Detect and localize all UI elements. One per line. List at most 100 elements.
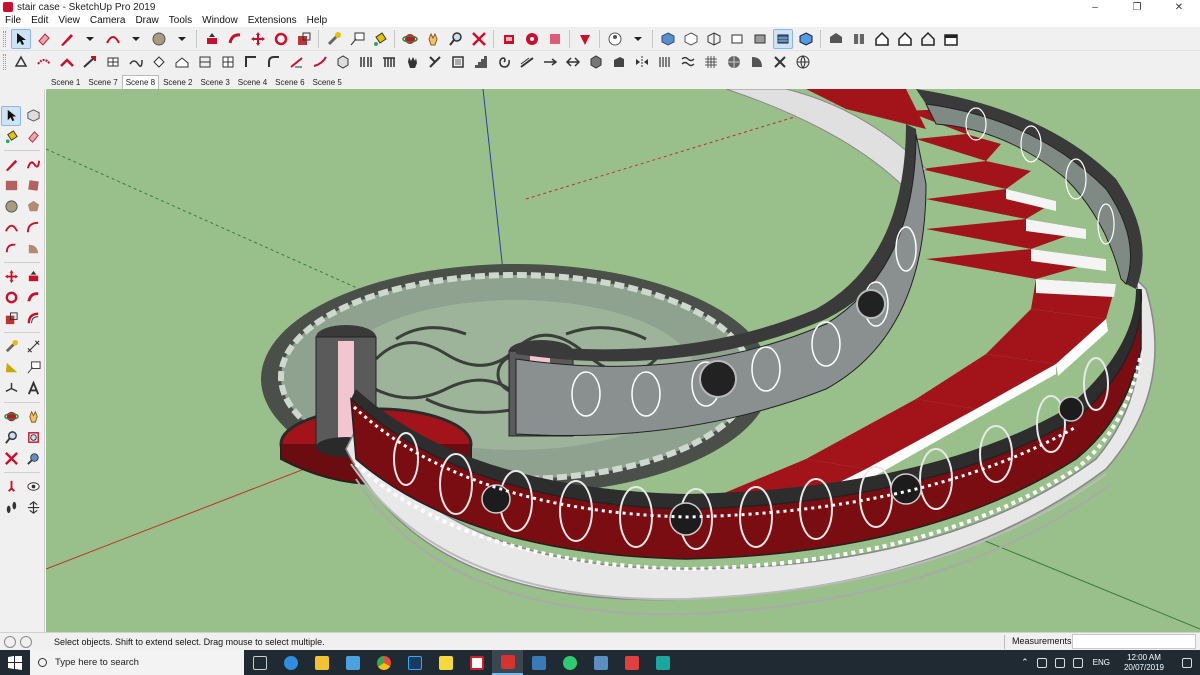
scene-tab[interactable]: Scene 6 [271,75,308,89]
tool-curve-button[interactable] [310,52,330,72]
scale-tool-button[interactable] [1,309,21,329]
paint-bucket-button[interactable] [1,127,21,147]
tool-wave-button[interactable] [678,52,698,72]
position-camera-button[interactable] [1,477,21,497]
tape-measure-button[interactable] [324,29,344,49]
select-tool-button[interactable] [10,28,31,49]
scene-tab[interactable]: Scene 7 [84,75,121,89]
pan-button[interactable] [23,407,43,427]
three-point-arc-button[interactable] [1,239,21,259]
close-button[interactable]: ✕ [1158,0,1200,14]
section-plane-button[interactable] [23,498,43,518]
tool-split-button[interactable] [563,52,583,72]
make-component-button[interactable] [23,106,43,126]
tool-corner-button[interactable] [241,52,261,72]
previous-view-button[interactable] [23,449,43,469]
scene-tab[interactable]: Scene 3 [196,75,233,89]
clock[interactable]: 12:00 AM 20/07/2019 [1124,653,1164,673]
move-tool-button[interactable] [1,267,21,287]
orbit-button[interactable] [1,407,21,427]
volume-icon[interactable] [1054,657,1065,668]
menu-camera[interactable]: Camera [85,15,131,26]
tool-window-button[interactable] [218,52,238,72]
drape-button[interactable] [103,52,123,72]
zoom-button[interactable] [446,29,466,49]
taskbar-app-3dsmax[interactable] [647,650,678,675]
arc-tool-button[interactable] [103,29,123,49]
taskbar-app-acrobat[interactable] [461,650,492,675]
add-detail-button[interactable] [126,52,146,72]
menu-view[interactable]: View [53,15,85,26]
front-view-button[interactable] [872,29,892,49]
line-dropdown[interactable] [80,29,100,49]
tool-shape-button[interactable] [747,52,767,72]
top-view-button[interactable] [849,29,869,49]
shaded-textures-button[interactable] [772,28,793,49]
taskbar-app-sketchup[interactable] [492,650,523,675]
menu-help[interactable]: Help [302,15,333,26]
scene-tab[interactable]: Scene 1 [47,75,84,89]
taskbar-app-sticky-notes[interactable] [430,650,461,675]
polygon-tool-button[interactable] [23,197,43,217]
iso-view-button[interactable] [826,29,846,49]
tool-shell-button[interactable] [448,52,468,72]
move-tool-button[interactable] [248,29,268,49]
tool-hand-button[interactable] [402,52,422,72]
menu-edit[interactable]: Edit [26,15,53,26]
toolbar-grip[interactable] [3,54,6,70]
3d-text-button[interactable] [23,379,43,399]
network-icon[interactable] [1036,657,1047,668]
xray-style-button[interactable] [658,29,678,49]
user-account-button[interactable] [605,29,625,49]
scene-tab[interactable]: Scene 4 [234,75,271,89]
shape-tool-button[interactable] [149,29,169,49]
extension-warehouse-button[interactable] [522,29,542,49]
sandbox-from-scratch-button[interactable] [34,52,54,72]
left-view-button[interactable] [941,29,961,49]
eraser-tool-button[interactable] [23,127,43,147]
menu-window[interactable]: Window [197,15,243,26]
back-view-button[interactable] [918,29,938,49]
share-model-button[interactable] [545,29,565,49]
push-pull-button[interactable] [202,29,222,49]
follow-me-button[interactable] [23,288,43,308]
scene-tab-selected[interactable]: Scene 8 [121,75,160,89]
tape-measure-button[interactable] [1,337,21,357]
tool-grid-button[interactable] [701,52,721,72]
stamp-button[interactable] [80,52,100,72]
menu-tools[interactable]: Tools [164,15,197,26]
taskbar-app-chrome[interactable] [368,650,399,675]
circle-tool-button[interactable] [1,197,21,217]
axes-tool-button[interactable] [1,379,21,399]
tool-columns-button[interactable] [356,52,376,72]
taskbar-app-edge[interactable] [275,650,306,675]
sandbox-from-contours-button[interactable] [11,52,31,72]
right-view-button[interactable] [895,29,915,49]
extension-manager-button[interactable] [575,29,595,49]
tool-wall-button[interactable] [195,52,215,72]
taskbar-search-box[interactable]: Type here to search [30,650,244,675]
wireframe-button[interactable] [704,29,724,49]
maximize-button[interactable]: ❐ [1116,0,1158,14]
tool-path-button[interactable] [540,52,560,72]
text-tool-button[interactable] [347,29,367,49]
scene-tab[interactable]: Scene 2 [159,75,196,89]
push-pull-button[interactable] [23,267,43,287]
tool-globe-button[interactable] [793,52,813,72]
hidden-line-button[interactable] [727,29,747,49]
tool-stairs-button[interactable] [471,52,491,72]
select-tool-button[interactable] [1,105,21,126]
tool-box-button[interactable] [333,52,353,72]
taskbar-app-explorer[interactable] [306,650,337,675]
two-point-arc-button[interactable] [23,218,43,238]
tool-twist-button[interactable] [770,52,790,72]
scale-tool-button[interactable] [294,29,314,49]
tool-lines-button[interactable] [655,52,675,72]
arc-dropdown[interactable] [126,29,146,49]
pie-tool-button[interactable] [23,239,43,259]
taskbar-app-whatsapp[interactable] [554,650,585,675]
tool-railing-button[interactable] [379,52,399,72]
geo-location-icon[interactable] [4,635,16,648]
toolbar-grip[interactable] [3,30,6,47]
rectangle-tool-button[interactable] [1,176,21,196]
